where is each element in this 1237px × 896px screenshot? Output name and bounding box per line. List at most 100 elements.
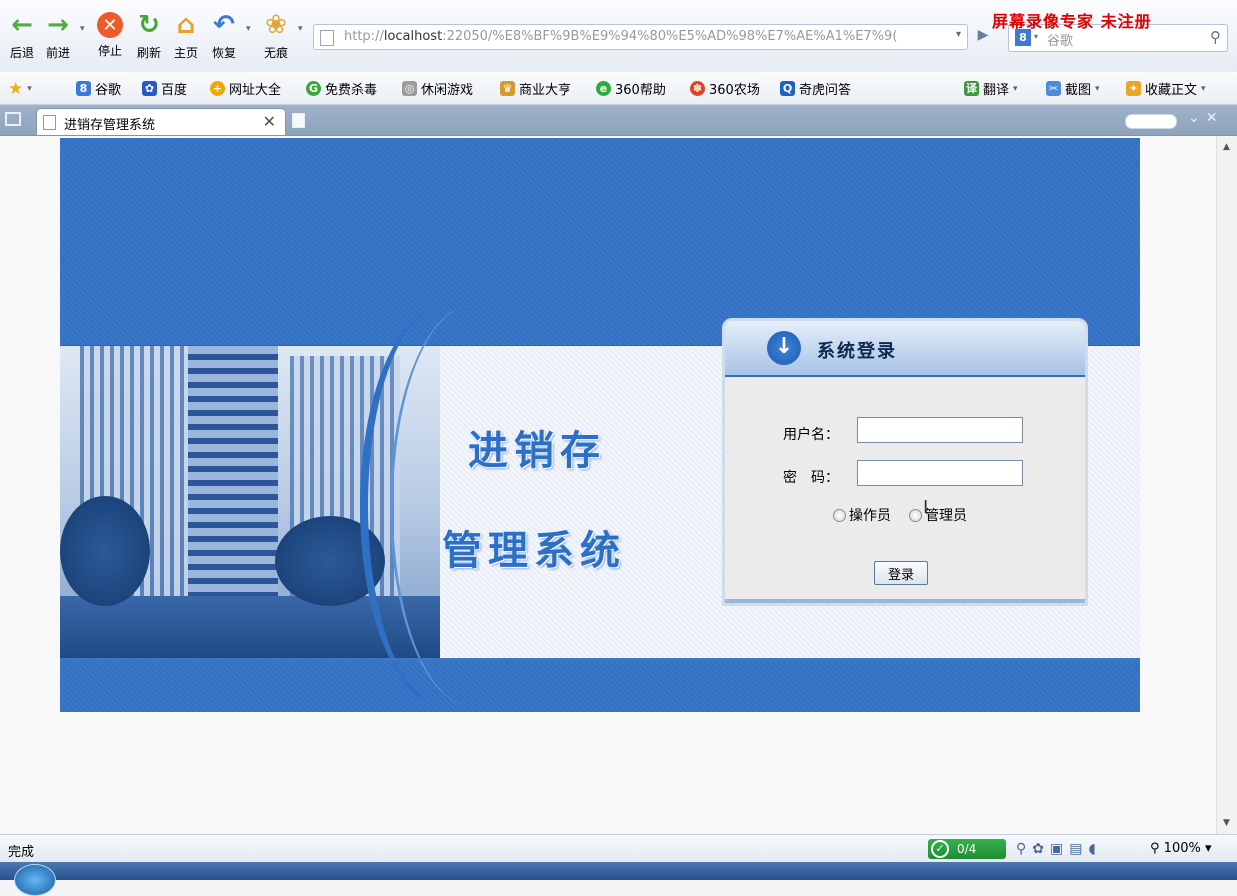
back-arrow-icon: ← (11, 10, 33, 40)
start-button[interactable] (14, 864, 56, 896)
text-cursor-icon: Ι (923, 497, 929, 518)
zoom-icon: ⚲ (1150, 841, 1160, 856)
back-button[interactable]: ← 后退 (4, 10, 40, 61)
os-taskbar (0, 862, 1237, 896)
history-dropdown-icon[interactable]: ▾ (80, 24, 85, 34)
refresh-button[interactable]: ↻ 刷新 (131, 10, 167, 61)
status-bar: 完成 ✓ 0/4 ⚲✿▣▤◖ ⚲ 100% ▾ (0, 834, 1237, 863)
translate-dropdown-icon: ▾ (1013, 83, 1018, 94)
close-tab-icon[interactable]: ✕ (263, 112, 276, 131)
bookmark-site-directory[interactable]: + 网址大全 (210, 79, 281, 98)
tab-search-field[interactable] (1125, 114, 1177, 129)
home-button[interactable]: ⌂ 主页 (168, 10, 204, 61)
page-icon (320, 30, 334, 46)
restore-button[interactable]: ↶ 恢复 (206, 10, 242, 61)
vertical-scrollbar[interactable]: ▲ ▼ (1216, 136, 1237, 834)
google-icon: 8 (76, 81, 91, 96)
radio-admin-circle[interactable] (909, 508, 922, 522)
browser-toolbar: ← 后退 → 前进 ▾ ✕ 停止 ↻ 刷新 ⌂ 主页 ↶ 恢复 ▾ ❀ 无痕 ▾… (0, 0, 1237, 73)
radio-operator-circle[interactable] (833, 508, 846, 522)
radio-admin[interactable]: 管理员 (909, 505, 967, 525)
tab-strip: 进销存管理系统 ✕ ⌄✕ (0, 105, 1237, 136)
bookmark-games[interactable]: ◎ 休闲游戏 (402, 79, 473, 98)
search-input[interactable]: 谷歌 (1047, 30, 1073, 49)
password-input[interactable] (857, 460, 1023, 486)
tab-active[interactable]: 进销存管理系统 ✕ (36, 108, 286, 135)
stop-button[interactable]: ✕ 停止 (92, 10, 128, 59)
incognito-button[interactable]: ❀ 无痕 (258, 10, 294, 61)
status-tool-icons[interactable]: ⚲✿▣▤◖ (1016, 841, 1102, 857)
address-url[interactable]: http://localhost:22050/%E8%BF%9B%E9%94%8… (344, 29, 944, 44)
username-label: 用户名： (783, 427, 839, 443)
page-viewport: 进销存 管理系统 ↓ 系统登录 用户名： 密 码： 操作员 管理员 Ι 登录 (0, 136, 1216, 834)
forward-arrow-icon: → (47, 10, 69, 40)
bookmark-antivirus[interactable]: G 免费杀毒 (306, 79, 377, 98)
engine-dropdown-icon[interactable]: ▾ (1034, 32, 1038, 41)
shield-icon: G (306, 81, 321, 96)
bookmark-360-help[interactable]: e 360帮助 (596, 79, 666, 98)
translate-icon: 译 (964, 81, 979, 96)
bookmark-baidu[interactable]: ✿ 百度 (142, 79, 187, 98)
download-arrow-icon: ↓ (767, 331, 801, 365)
new-tab-icon[interactable] (292, 113, 305, 128)
business-icon: ♛ (500, 81, 515, 96)
360-icon: e (596, 81, 611, 96)
baidu-icon: ✿ (142, 81, 157, 96)
download-status[interactable]: ✓ 0/4 (928, 839, 1006, 859)
bookmark-qihoo-qa[interactable]: Q 奇虎问答 (780, 79, 851, 98)
flower-icon: ✽ (690, 81, 705, 96)
stop-icon: ✕ (97, 12, 123, 38)
go-play-icon[interactable]: ▶ (972, 27, 994, 47)
translate-button[interactable]: 译翻译 ▾ (964, 79, 1018, 98)
scissors-icon: ✂ (1046, 81, 1061, 96)
login-page: 进销存 管理系统 ↓ 系统登录 用户名： 密 码： 操作员 管理员 Ι 登录 (60, 138, 1140, 712)
favorites-dropdown-icon: ▾ (27, 84, 32, 94)
scroll-up-icon[interactable]: ▲ (1223, 142, 1230, 152)
system-title-line2: 管理系统 (442, 527, 626, 574)
password-label: 密 码： (783, 470, 839, 486)
undo-icon: ↶ (213, 10, 235, 40)
restore-dropdown-icon[interactable]: ▾ (246, 24, 251, 34)
decorative-curve-thin (390, 306, 553, 706)
bookmark-google[interactable]: 8 谷歌 (76, 79, 121, 98)
gamepad-icon: ◎ (402, 81, 417, 96)
refresh-icon: ↻ (138, 10, 160, 40)
bottom-banner (60, 658, 1140, 712)
tab-list-icon[interactable] (5, 112, 21, 126)
plus-globe-icon: + (210, 81, 225, 96)
top-banner (60, 138, 1140, 347)
status-text: 完成 (8, 845, 35, 860)
login-panel-header: ↓ 系统登录 (725, 321, 1085, 377)
login-panel: ↓ 系统登录 用户名： 密 码： 操作员 管理员 Ι 登录 (722, 318, 1088, 606)
system-title-line1: 进销存 (468, 427, 606, 474)
address-dropdown-icon[interactable]: ▾ (956, 29, 961, 40)
star-icon: ★ (8, 79, 24, 99)
home-icon: ⌂ (176, 10, 196, 40)
document-icon (43, 115, 56, 130)
address-bar[interactable]: http://localhost:22050/%E8%BF%9B%E9%94%8… (313, 24, 968, 50)
collect-icon: ✦ (1126, 81, 1141, 96)
bookmark-360-farm[interactable]: ✽ 360农场 (690, 79, 760, 98)
tab-title: 进销存管理系统 (64, 118, 156, 133)
username-input[interactable] (857, 417, 1023, 443)
radio-operator[interactable]: 操作员 (833, 505, 891, 525)
screenshot-dropdown-icon: ▾ (1095, 83, 1100, 94)
save-article-dropdown-icon: ▾ (1201, 83, 1206, 94)
bookmark-business[interactable]: ♛ 商业大亨 (500, 79, 571, 98)
check-icon: ✓ (931, 840, 949, 858)
tab-menu-icons[interactable]: ⌄✕ (1188, 110, 1223, 126)
save-article-button[interactable]: ✦ 收藏正文 ▾ (1126, 79, 1206, 98)
forward-button[interactable]: → 前进 (40, 10, 76, 61)
bookmarks-bar: ★ ▾ 8 谷歌 ✿ 百度 + 网址大全 G 免费杀毒 ◎ 休闲游戏 ♛ 商业大亨 e 360帮… (0, 72, 1237, 105)
recorder-watermark: 屏幕录像专家 未注册 (992, 12, 1152, 31)
qa-icon: Q (780, 81, 795, 96)
screenshot-button[interactable]: ✂ 截图 ▾ (1046, 79, 1100, 98)
login-panel-title: 系统登录 (817, 341, 897, 362)
scroll-down-icon[interactable]: ▼ (1223, 818, 1230, 828)
incognito-dropdown-icon[interactable]: ▾ (298, 24, 303, 34)
search-icon[interactable]: ⚲ (1210, 28, 1221, 46)
favorites-button[interactable]: ★ ▾ (8, 79, 32, 99)
zoom-control[interactable]: ⚲ 100% ▾ (1150, 841, 1212, 856)
paw-icon: ❀ (265, 10, 287, 40)
login-button[interactable]: 登录 (874, 561, 928, 585)
